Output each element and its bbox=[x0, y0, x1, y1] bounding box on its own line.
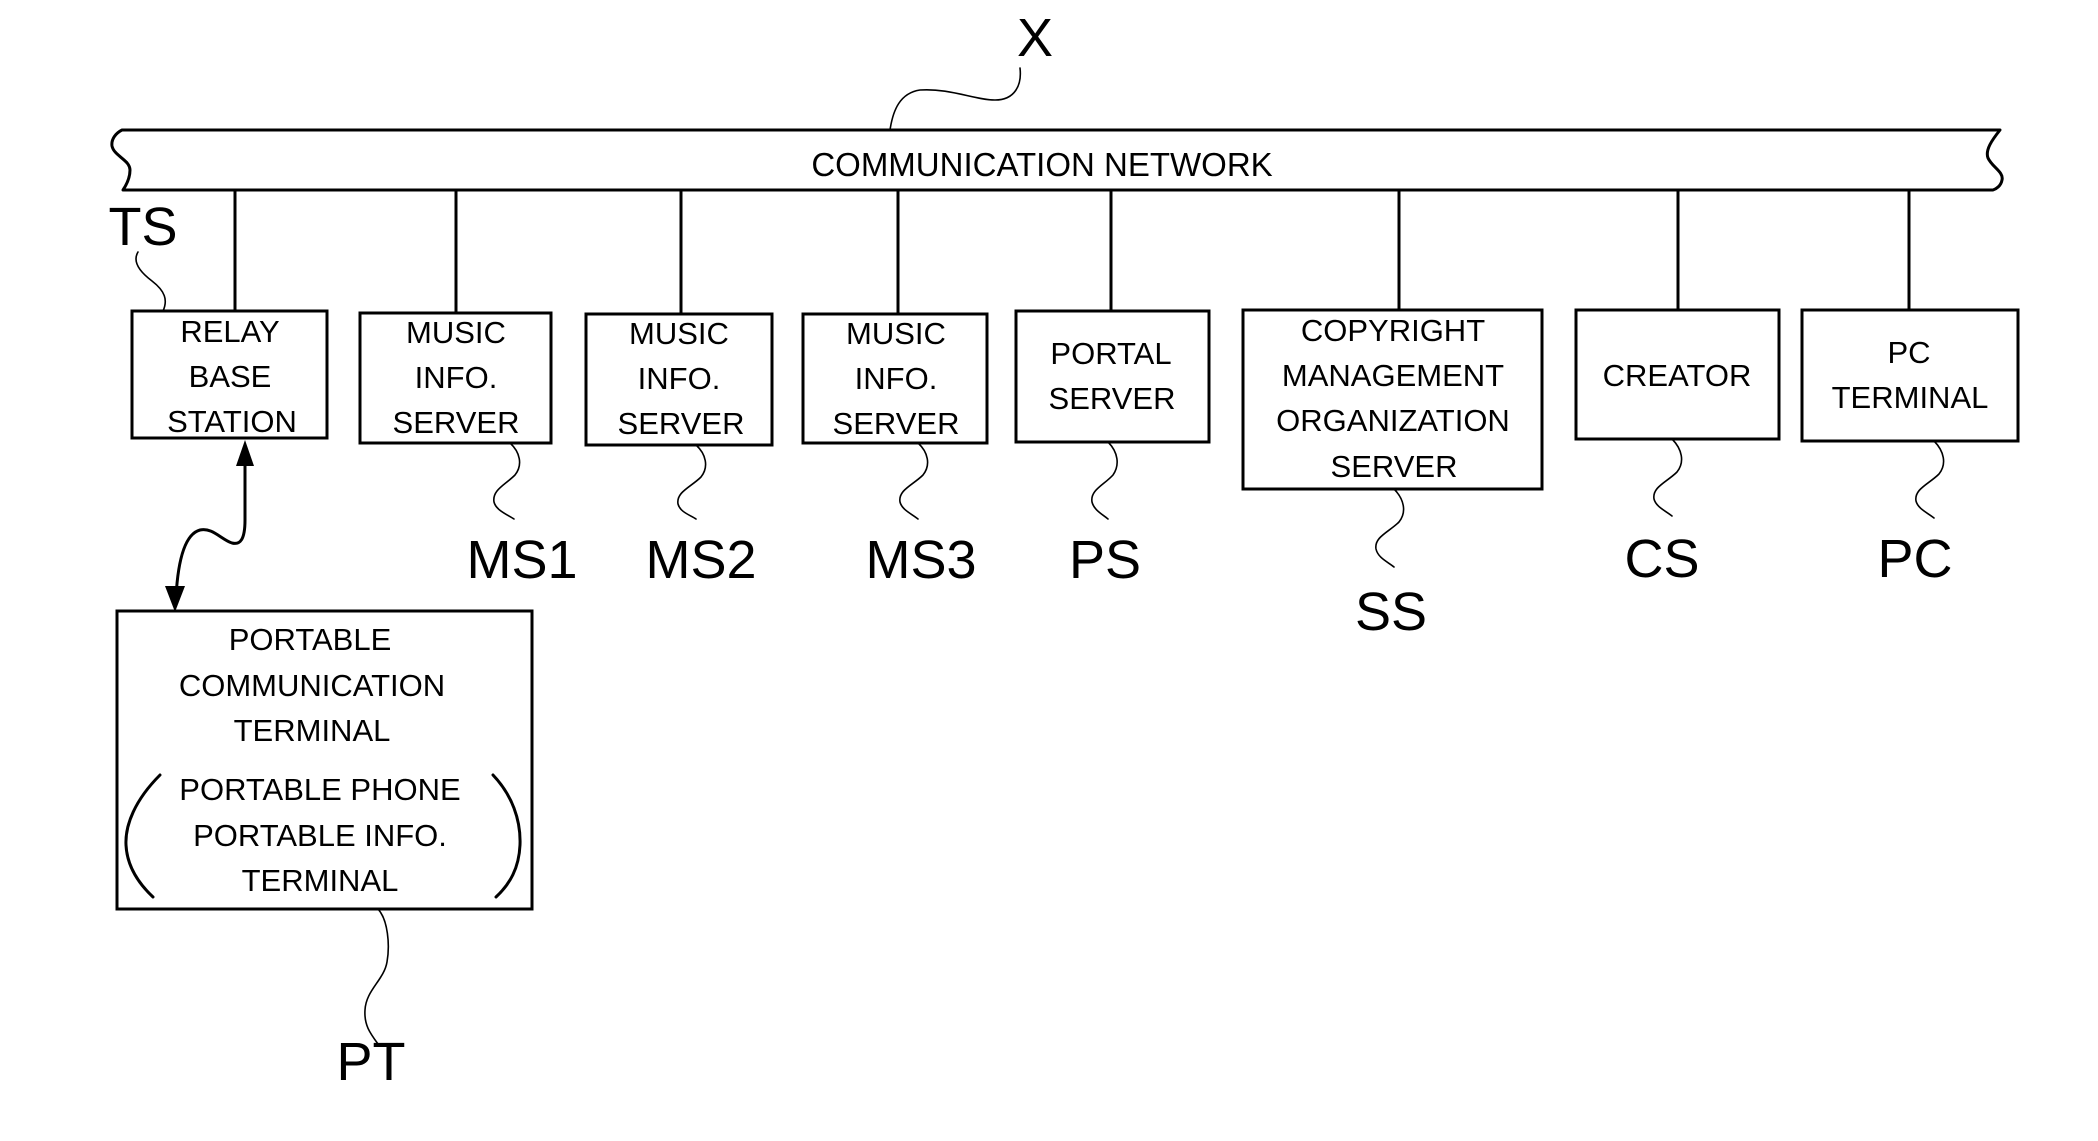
terminal-line: PORTABLE bbox=[229, 622, 392, 657]
terminal-subline: PORTABLE PHONE bbox=[179, 772, 460, 807]
ref-leader-ms2 bbox=[677, 444, 707, 520]
ref-leader-ps bbox=[1091, 441, 1118, 520]
ref-label-ts: TS bbox=[108, 197, 177, 257]
node-line: SERVER bbox=[618, 406, 745, 441]
network-connections bbox=[233, 188, 1911, 316]
node-line: MANAGEMENT bbox=[1282, 358, 1504, 393]
node-line: STATION bbox=[167, 404, 297, 439]
ref-label-ms3: MS3 bbox=[865, 530, 976, 590]
node-line: MUSIC bbox=[406, 315, 506, 350]
terminal-line: COMMUNICATION bbox=[179, 668, 445, 703]
ref-label-pc: PC bbox=[1877, 529, 1952, 589]
node-portal-server: PORTAL SERVER PS bbox=[1014, 309, 1211, 590]
ref-leader-ms3 bbox=[899, 442, 929, 520]
pc-terminal-box bbox=[1800, 308, 2020, 443]
arrowhead-down-icon bbox=[165, 586, 185, 612]
node-line: MUSIC bbox=[846, 316, 946, 351]
node-line: PC bbox=[1887, 335, 1930, 370]
ref-leader-pt bbox=[364, 908, 390, 1045]
ref-label-ms2: MS2 bbox=[645, 530, 756, 590]
node-pc-terminal: PC TERMINAL PC bbox=[1800, 308, 2020, 589]
terminal-subline: PORTABLE INFO. bbox=[193, 818, 447, 853]
node-portable-communication-terminal: PORTABLE COMMUNICATION TERMINAL PORTABLE… bbox=[115, 609, 534, 1092]
node-line: INFO. bbox=[415, 360, 498, 395]
node-music-info-server-3: MUSIC INFO. SERVER MS3 bbox=[801, 312, 989, 590]
node-copyright-management-organization-server: COPYRIGHT MANAGEMENT ORGANIZATION SERVER… bbox=[1241, 308, 1544, 642]
network-label: COMMUNICATION NETWORK bbox=[811, 146, 1272, 183]
node-music-info-server-2: MUSIC INFO. SERVER MS2 bbox=[584, 312, 774, 590]
node-line: CREATOR bbox=[1603, 358, 1752, 393]
ref-label-cs: CS bbox=[1624, 529, 1699, 589]
ref-leader-pc bbox=[1915, 440, 1945, 519]
node-line: SERVER bbox=[1049, 381, 1176, 416]
node-line: TERMINAL bbox=[1832, 380, 1989, 415]
node-line: ORGANIZATION bbox=[1276, 403, 1510, 438]
node-creator: CREATOR CS bbox=[1574, 308, 1781, 589]
node-line: INFO. bbox=[855, 361, 938, 396]
node-line: INFO. bbox=[638, 361, 721, 396]
wireless-link bbox=[165, 440, 254, 612]
ref-leader-cs bbox=[1653, 438, 1683, 517]
node-line: SERVER bbox=[1331, 449, 1458, 484]
node-relay-base-station: RELAY BASE STATION TS bbox=[108, 197, 329, 440]
node-line: SERVER bbox=[833, 406, 960, 441]
network-ref: X bbox=[889, 8, 1053, 131]
ref-label-pt: PT bbox=[336, 1032, 405, 1092]
communication-network: COMMUNICATION NETWORK bbox=[110, 128, 2004, 192]
node-line: SERVER bbox=[393, 405, 520, 440]
ref-leader-ts bbox=[135, 251, 167, 312]
portal-server-box bbox=[1014, 309, 1211, 444]
node-line: COPYRIGHT bbox=[1301, 313, 1485, 348]
ref-label-ms1: MS1 bbox=[466, 530, 577, 590]
ref-leader-ss bbox=[1375, 488, 1405, 568]
terminal-subline: TERMINAL bbox=[242, 863, 399, 898]
node-line: RELAY bbox=[180, 314, 279, 349]
node-music-info-server-1: MUSIC INFO. SERVER MS1 bbox=[358, 311, 578, 590]
system-diagram: COMMUNICATION NETWORK X RELAY BASE STATI… bbox=[108, 8, 2020, 1092]
ref-leader-ms1 bbox=[493, 442, 521, 520]
wireless-link-line bbox=[174, 453, 247, 599]
ref-label-ss: SS bbox=[1355, 582, 1427, 642]
node-line: BASE bbox=[189, 359, 272, 394]
arrowhead-up-icon bbox=[236, 440, 254, 466]
node-line: MUSIC bbox=[629, 316, 729, 351]
terminal-line: TERMINAL bbox=[234, 713, 391, 748]
node-line: PORTAL bbox=[1050, 336, 1171, 371]
network-ref-label: X bbox=[1017, 8, 1053, 68]
ref-label-ps: PS bbox=[1069, 530, 1141, 590]
network-ref-leader bbox=[889, 67, 1022, 131]
